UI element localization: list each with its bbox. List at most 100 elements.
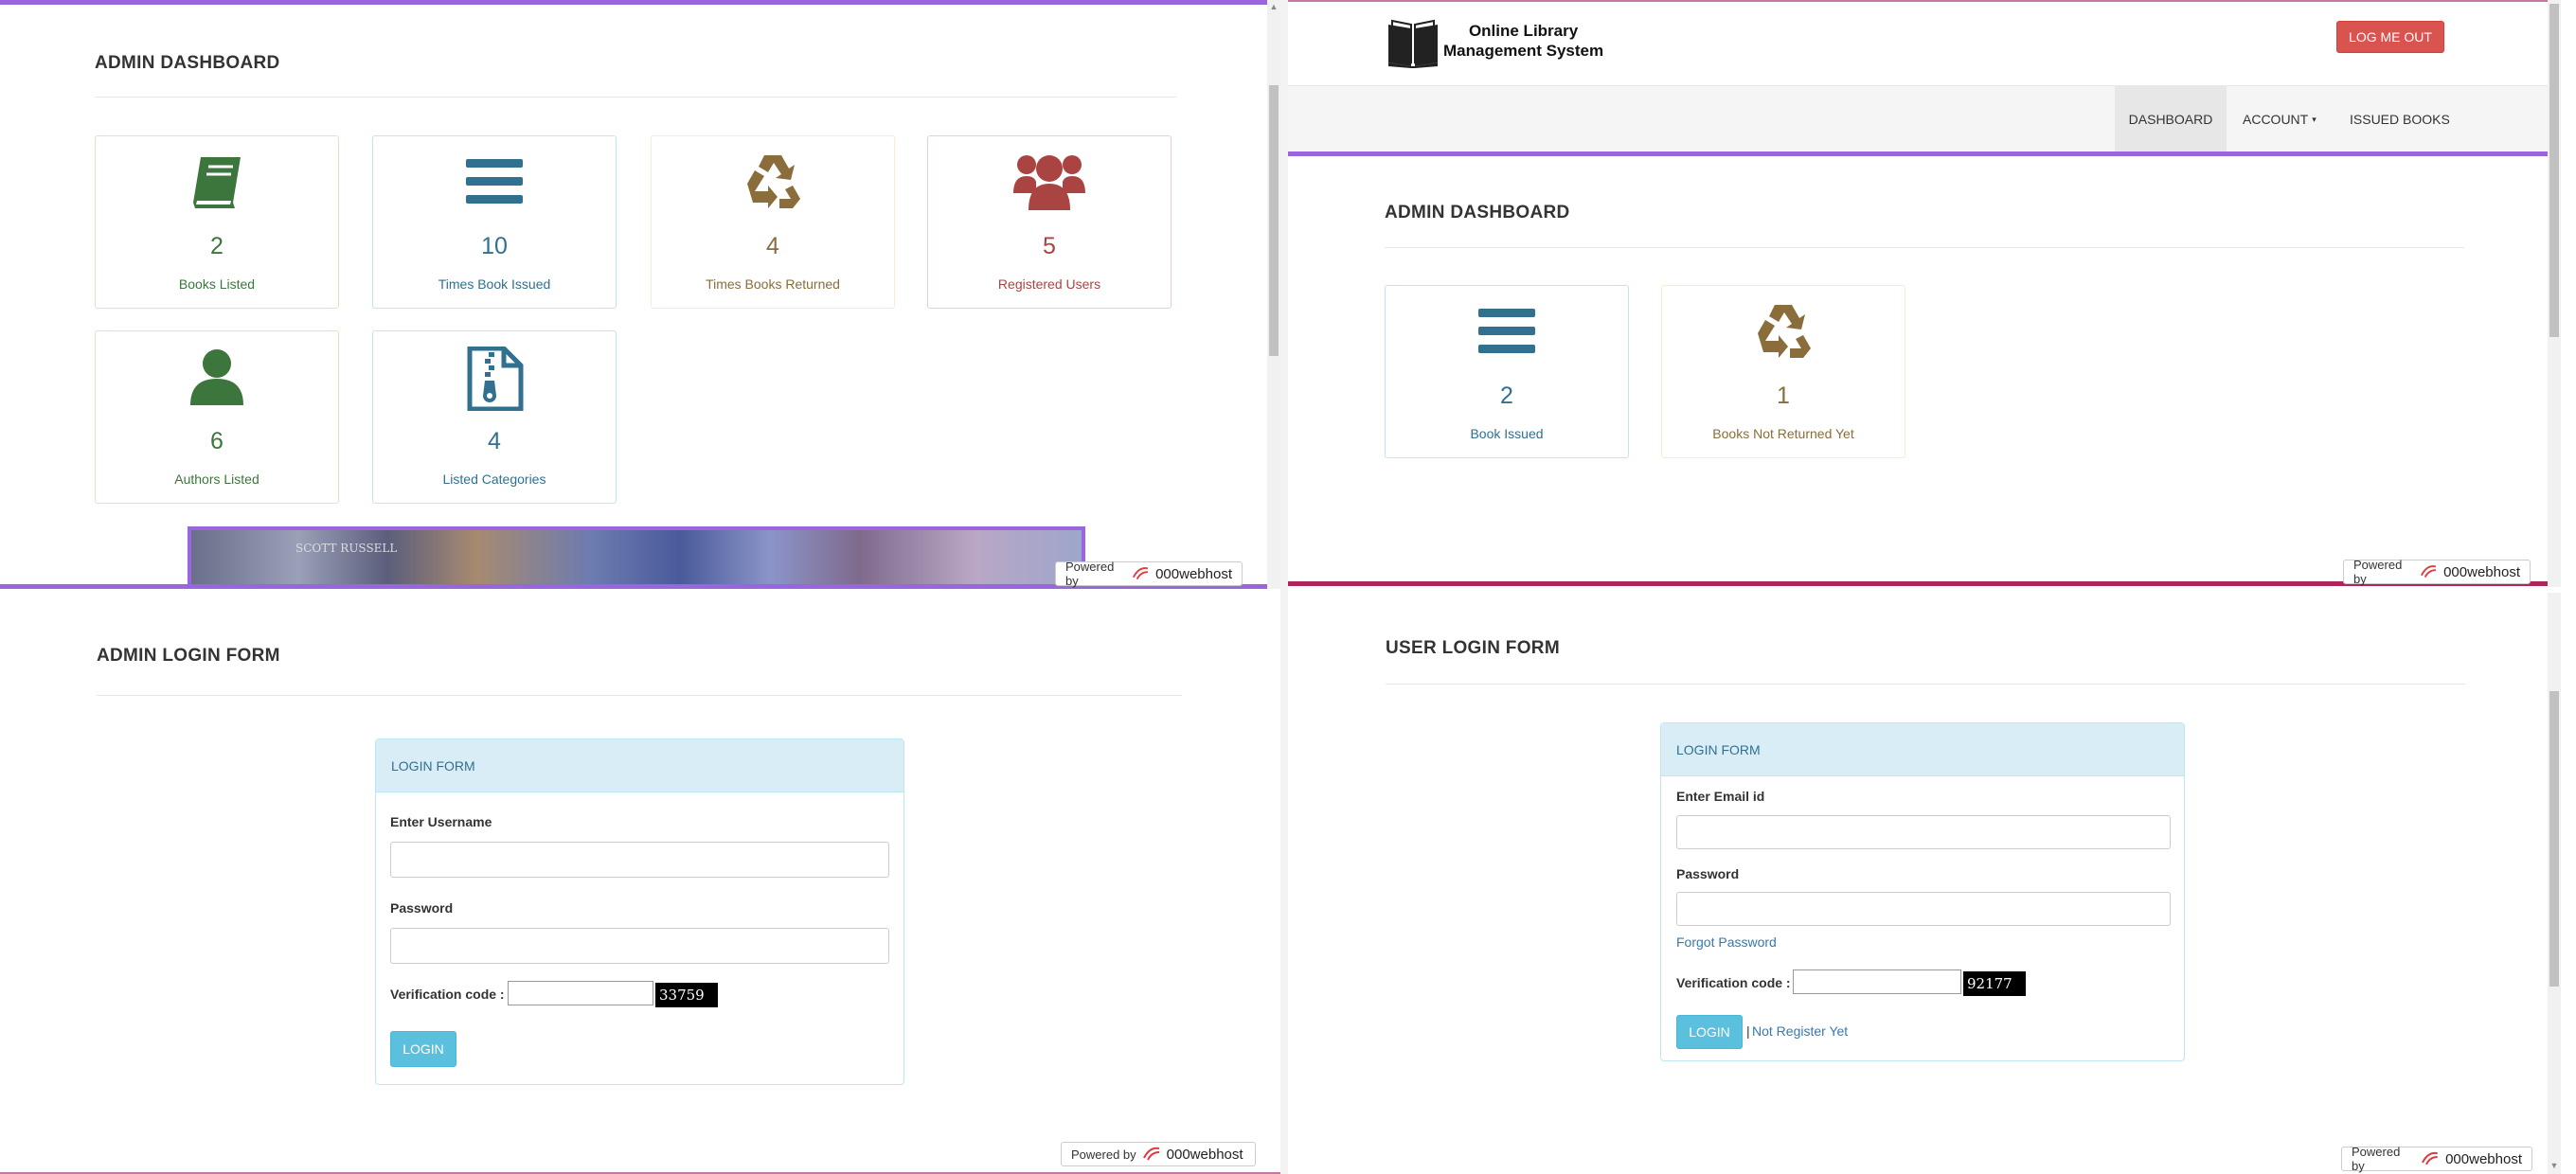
- powered-by-badge[interactable]: Powered by 000webhost: [2343, 558, 2531, 586]
- brand-title[interactable]: Online Library Management System: [1443, 21, 1603, 61]
- carousel-banner: SCOTT RUSSELL: [188, 526, 1085, 589]
- times-book-issued-card[interactable]: 10 Times Book Issued: [372, 135, 617, 309]
- login-button[interactable]: LOGIN: [1676, 1015, 1743, 1049]
- bars-icon: [1386, 301, 1628, 362]
- stat-value: 2: [1500, 382, 1513, 409]
- powered-brand: 000webhost: [1155, 565, 1232, 582]
- nav-issued-books[interactable]: ISSUED BOOKS: [2335, 86, 2464, 152]
- nav-account-label: ACCOUNT: [2243, 112, 2309, 127]
- verification-input[interactable]: [508, 981, 653, 1005]
- nav-accent-line: [1288, 151, 2561, 156]
- email-label: Enter Email id: [1676, 789, 1765, 804]
- email-input[interactable]: [1676, 815, 2171, 849]
- authors-listed-card[interactable]: 6 Authors Listed: [95, 330, 339, 504]
- stat-value: 5: [1043, 233, 1056, 259]
- webhost-logo-icon: [2421, 565, 2437, 578]
- file-archive-icon: [373, 347, 616, 411]
- register-link[interactable]: Not Register Yet: [1752, 1023, 1848, 1039]
- nav-account[interactable]: ACCOUNT ▾: [2228, 86, 2331, 152]
- brand-logo[interactable]: [1386, 19, 1440, 73]
- books-not-returned-card[interactable]: 1 Books Not Returned Yet: [1661, 285, 1905, 458]
- scroll-down-arrow-icon[interactable]: ▼: [2548, 1159, 2561, 1172]
- webhost-logo-icon: [2422, 1151, 2439, 1165]
- page-title: ADMIN DASHBOARD: [1385, 203, 1570, 222]
- verification-label: Verification code :: [390, 987, 505, 1002]
- brand-line-1: Online Library: [1468, 22, 1579, 40]
- admin-dashboard-view: ADMIN DASHBOARD 2 Books Listed 10 Times …: [0, 0, 1280, 589]
- divider: [1386, 684, 2465, 685]
- webhost-logo-icon: [1133, 567, 1149, 580]
- powered-by-badge[interactable]: Powered by 000webhost: [1055, 560, 1243, 588]
- recycle-icon: [1662, 301, 1905, 362]
- logout-button[interactable]: LOG ME OUT: [2336, 21, 2444, 53]
- scroll-up-arrow-icon[interactable]: ▲: [1267, 0, 1280, 13]
- panel-heading: LOGIN FORM: [376, 739, 903, 792]
- top-accent-line: [0, 0, 1280, 5]
- stat-value: 6: [210, 428, 224, 454]
- banner-text: SCOTT RUSSELL: [295, 542, 398, 555]
- powered-by-badge[interactable]: Powered by 000webhost: [1061, 1142, 1256, 1166]
- verification-input[interactable]: [1793, 969, 1961, 994]
- powered-brand: 000webhost: [1166, 1146, 1243, 1163]
- verification-label: Verification code :: [1676, 975, 1791, 990]
- page-title: USER LOGIN FORM: [1386, 638, 1560, 658]
- stat-value: 2: [210, 233, 224, 259]
- stat-label: Books Listed: [178, 276, 256, 292]
- divider: [1385, 247, 2464, 248]
- password-input[interactable]: [1676, 892, 2171, 926]
- captcha-image: 92177: [1963, 971, 2026, 996]
- stat-label: Listed Categories: [442, 471, 546, 487]
- bars-icon: [373, 151, 616, 212]
- stat-value: 4: [766, 233, 779, 259]
- password-label: Password: [1676, 866, 1740, 881]
- book-issued-card[interactable]: 2 Book Issued: [1385, 285, 1629, 458]
- stat-label: Times Books Returned: [706, 276, 840, 292]
- users-icon: [928, 151, 1171, 212]
- powered-label: Powered by: [2353, 558, 2403, 586]
- vertical-scrollbar[interactable]: ▲: [1267, 0, 1280, 589]
- registered-users-card[interactable]: 5 Registered Users: [927, 135, 1172, 309]
- stat-label: Authors Listed: [174, 471, 259, 487]
- password-input[interactable]: [390, 928, 889, 964]
- stat-label: Registered Users: [997, 276, 1101, 292]
- page-title: ADMIN DASHBOARD: [95, 53, 280, 73]
- powered-brand: 000webhost: [2443, 563, 2520, 580]
- scrollbar-thumb[interactable]: [2549, 4, 2559, 337]
- powered-label: Powered by: [1071, 1147, 1136, 1162]
- recycle-icon: [652, 151, 894, 212]
- stat-label: Books Not Returned Yet: [1712, 426, 1854, 441]
- password-label: Password: [390, 900, 454, 916]
- webhost-logo-icon: [1142, 1147, 1159, 1161]
- divider: [95, 97, 1176, 98]
- screen-divider: [1280, 0, 1288, 1174]
- admin-login-view: ADMIN LOGIN FORM LOGIN FORM Enter Userna…: [0, 593, 1280, 1174]
- main-navbar: DASHBOARD ACCOUNT ▾ ISSUED BOOKS: [1288, 85, 2561, 152]
- panel-heading: LOGIN FORM: [1661, 723, 2184, 776]
- forgot-password-link[interactable]: Forgot Password: [1676, 934, 1777, 950]
- link-separator: |: [1746, 1023, 1750, 1039]
- nav-dashboard[interactable]: DASHBOARD: [2115, 86, 2227, 152]
- books-listed-card[interactable]: 2 Books Listed: [95, 135, 339, 309]
- page-title: ADMIN LOGIN FORM: [97, 646, 280, 666]
- brand-line-2: Management System: [1443, 42, 1604, 60]
- stat-label: Times Book Issued: [438, 276, 551, 292]
- times-books-returned-card[interactable]: 4 Times Books Returned: [651, 135, 895, 309]
- vertical-scrollbar[interactable]: [2548, 0, 2561, 587]
- listed-categories-card[interactable]: 4 Listed Categories: [372, 330, 617, 504]
- username-label: Enter Username: [390, 814, 492, 829]
- powered-by-badge[interactable]: Powered by 000webhost: [2341, 1145, 2532, 1173]
- stat-label: Book Issued: [1470, 426, 1544, 441]
- open-book-icon: [1388, 19, 1438, 68]
- login-button[interactable]: LOGIN: [390, 1031, 456, 1067]
- stat-value: 4: [488, 428, 501, 454]
- powered-label: Powered by: [2352, 1145, 2401, 1173]
- scrollbar-thumb[interactable]: [1269, 85, 1279, 356]
- stat-value: 1: [1777, 382, 1790, 409]
- chevron-down-icon: ▾: [2312, 114, 2317, 124]
- divider: [97, 695, 1182, 696]
- stat-value: 10: [481, 233, 508, 259]
- vertical-scrollbar[interactable]: ▼: [2548, 593, 2561, 1174]
- username-input[interactable]: [390, 842, 889, 878]
- scrollbar-thumb[interactable]: [2549, 691, 2559, 987]
- powered-label: Powered by: [1065, 560, 1115, 588]
